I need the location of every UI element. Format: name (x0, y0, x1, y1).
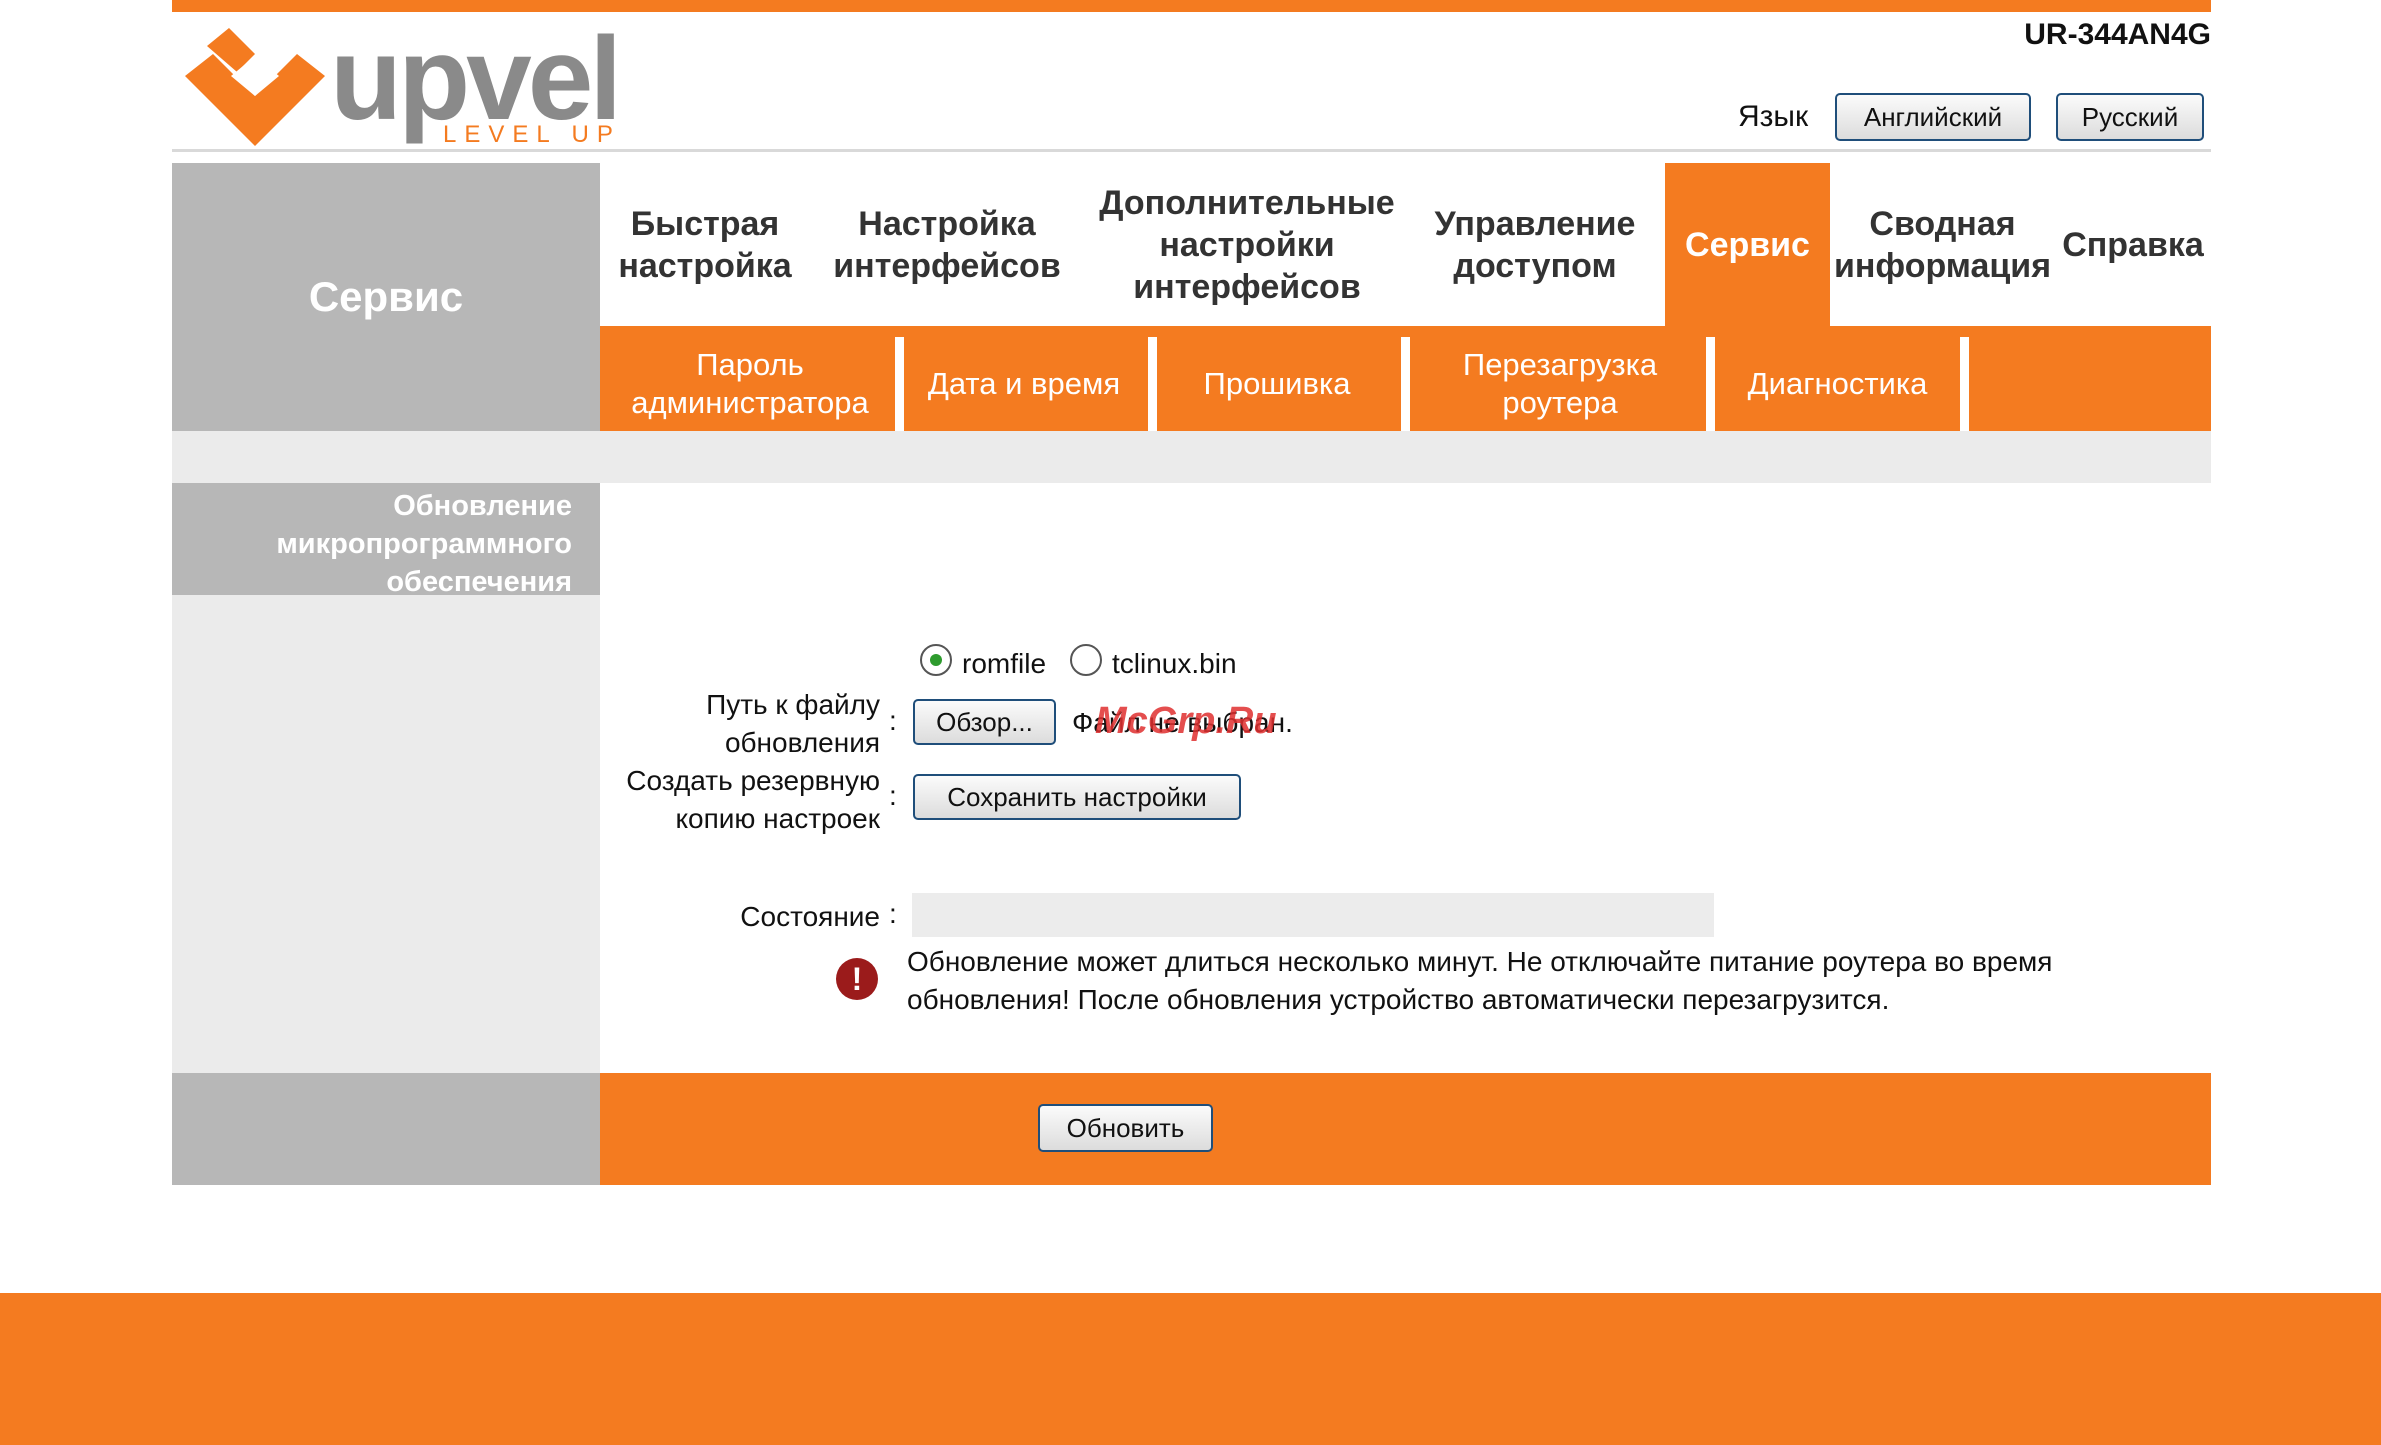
subnav-admin-password[interactable]: Пароль администратора (610, 337, 890, 431)
section-title: Обновление микропрограммного обеспечения (172, 483, 600, 598)
subnav-separator (1148, 337, 1157, 431)
bottom-action-bar (600, 1073, 2211, 1185)
nav-quick-setup[interactable]: Быстрая настройка (600, 163, 810, 326)
tclinux-radio-label: tclinux.bin (1112, 648, 1237, 679)
upvel-chevron-logo-icon: upvel LEVEL UP (185, 13, 622, 148)
nav-help[interactable]: Справка (2055, 163, 2211, 326)
nav-service[interactable]: Сервис (1665, 163, 1830, 326)
logo-tagline: LEVEL UP (443, 121, 621, 146)
subnav-date-time[interactable]: Дата и время (904, 337, 1144, 431)
nav-status[interactable]: Сводная информация (1830, 163, 2055, 326)
status-label: Состояние (740, 901, 880, 932)
language-label: Язык (1738, 100, 1809, 133)
subnav-diagnostics[interactable]: Диагностика (1715, 337, 1960, 431)
footer-band (0, 1293, 2381, 1445)
file-path-label: Путь к файлу обновления (706, 689, 880, 758)
backup-colon: : (889, 780, 897, 811)
bottom-left-block (172, 1073, 600, 1185)
watermark: McGrp.Ru (1095, 700, 1277, 742)
subnav-separator (1706, 337, 1715, 431)
subnav-firmware[interactable]: Прошивка (1157, 337, 1397, 431)
russian-language-button[interactable]: Русский (2056, 93, 2204, 141)
model-name: UR-344AN4G (2024, 18, 2211, 51)
warning-text: Обновление может длиться несколько минут… (907, 946, 2053, 1015)
upvel-logo: upvel LEVEL UP (185, 13, 625, 148)
romfile-radio[interactable] (920, 644, 952, 676)
nav-access-management[interactable]: Управление доступом (1415, 163, 1655, 326)
exclamation-circle-icon: ! (836, 958, 878, 1000)
content-top-strip (172, 431, 2211, 483)
sidebar-title: Сервис (172, 163, 600, 431)
status-value-box (912, 893, 1714, 937)
top-accent-bar (172, 0, 2211, 12)
tclinux-radio[interactable] (1070, 644, 1102, 676)
save-settings-button[interactable]: Сохранить настройки (913, 774, 1241, 820)
status-colon: : (889, 898, 897, 929)
nav-interface-setup[interactable]: Настройка интерфейсов (818, 163, 1076, 326)
file-path-colon: : (889, 705, 897, 736)
header-divider (172, 149, 2211, 152)
subnav-separator (1401, 337, 1410, 431)
subnav-separator (1960, 337, 1969, 431)
backup-label: Создать резервную копию настроек (626, 765, 880, 834)
subnav-reboot[interactable]: Перезагрузка роутера (1410, 337, 1710, 431)
romfile-radio-label: romfile (962, 648, 1047, 679)
browse-button[interactable]: Обзор... (913, 699, 1056, 745)
english-language-button[interactable]: Английский (1835, 93, 2031, 141)
subnav-separator (895, 337, 904, 431)
update-button[interactable]: Обновить (1038, 1104, 1213, 1152)
nav-advanced-setup[interactable]: Дополнительные настройки интерфейсов (1086, 163, 1408, 326)
